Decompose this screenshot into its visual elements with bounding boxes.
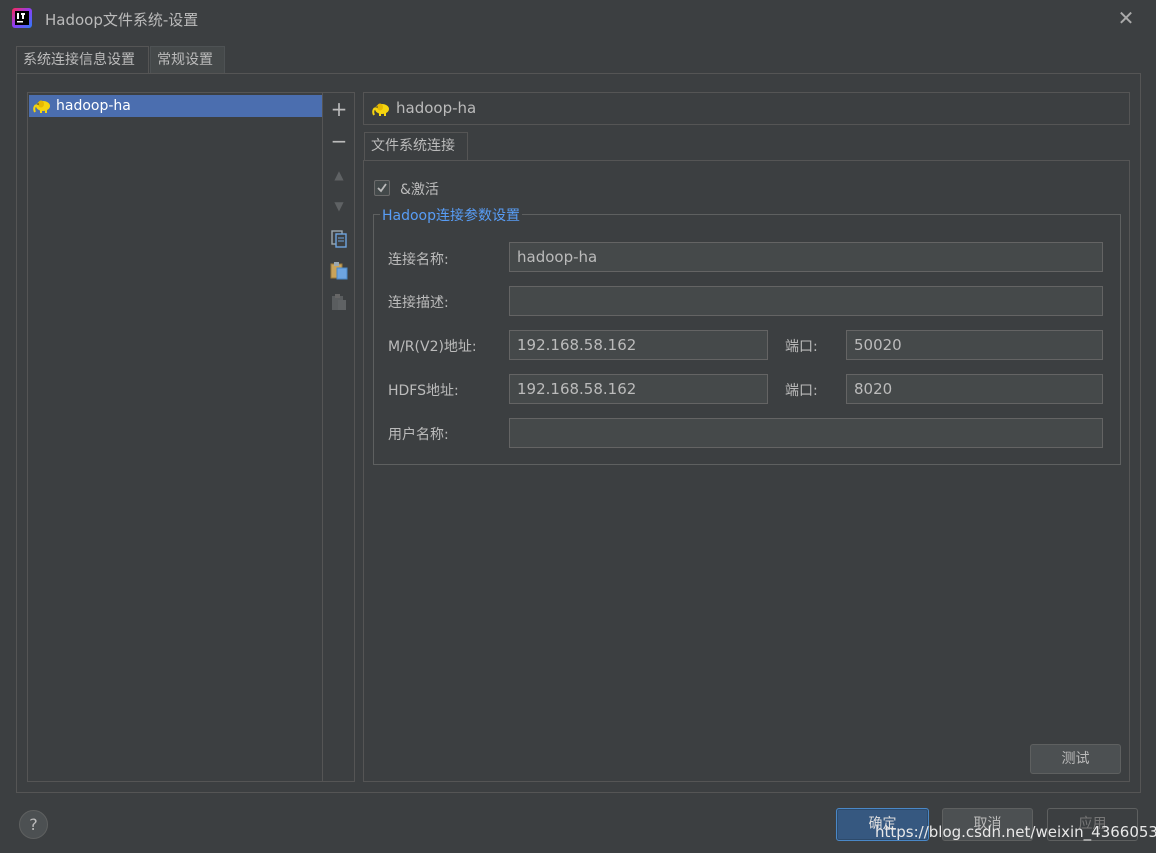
hadoop-elephant-icon xyxy=(33,100,50,113)
test-button[interactable]: 测试 xyxy=(1030,744,1121,774)
mr-address-input[interactable]: 192.168.58.162 xyxy=(509,330,768,360)
tab-connection-settings[interactable]: 系统连接信息设置 xyxy=(16,46,149,73)
group-title: Hadoop连接参数设置 xyxy=(380,205,523,225)
add-button[interactable]: + xyxy=(328,98,350,120)
list-toolbar: + − ▲ ▼ xyxy=(323,92,355,782)
paste-button[interactable] xyxy=(328,260,350,282)
title-bar: Hadoop文件系统-设置 ✕ xyxy=(0,0,1156,38)
hdfs-address-input[interactable]: 192.168.58.162 xyxy=(509,374,768,404)
username-input[interactable] xyxy=(509,418,1103,448)
connection-detail-panel: hadoop-ha 文件系统连接 &激活 Hadoop连接参数设置 连接名称: … xyxy=(363,92,1130,782)
arrow-down-icon: ▼ xyxy=(334,199,344,213)
mr-port-label: 端口: xyxy=(785,339,818,355)
mr-address-label: M/R(V2)地址: xyxy=(388,339,477,355)
tab-filesystem-connection[interactable]: 文件系统连接 xyxy=(364,132,468,160)
arrow-up-icon: ▲ xyxy=(334,168,344,182)
list-item[interactable]: hadoop-ha xyxy=(29,95,322,117)
hdfs-port-input[interactable]: 8020 xyxy=(846,374,1103,404)
activate-checkbox[interactable] xyxy=(374,180,390,196)
watermark-text: https://blog.csdn.net/weixin_43660536 xyxy=(875,823,1156,841)
mr-port-input[interactable]: 50020 xyxy=(846,330,1103,360)
plus-icon: + xyxy=(330,97,348,121)
remove-button[interactable]: − xyxy=(328,130,350,152)
minus-icon: − xyxy=(330,129,348,153)
filesystem-connection-panel: &激活 Hadoop连接参数设置 连接名称: hadoop-ha 连接描述: M… xyxy=(363,160,1130,782)
move-down-button[interactable]: ▼ xyxy=(328,195,350,217)
checkmark-icon xyxy=(377,183,387,193)
connection-name-input[interactable]: hadoop-ha xyxy=(509,242,1103,272)
copy-icon xyxy=(331,230,347,248)
hdfs-port-label: 端口: xyxy=(785,383,818,399)
question-icon: ? xyxy=(29,815,38,834)
hadoop-params-group: Hadoop连接参数设置 连接名称: hadoop-ha 连接描述: M/R(V… xyxy=(373,205,1121,465)
username-label: 用户名称: xyxy=(388,427,449,443)
detail-header: hadoop-ha xyxy=(363,92,1130,125)
connection-list[interactable]: hadoop-ha xyxy=(27,92,323,782)
detail-title: hadoop-ha xyxy=(396,99,477,117)
paste-icon xyxy=(330,262,348,280)
activate-label: &激活 xyxy=(400,182,439,198)
close-button[interactable]: ✕ xyxy=(1112,5,1140,31)
delete-copy-button[interactable] xyxy=(328,292,350,314)
move-up-button[interactable]: ▲ xyxy=(328,164,350,186)
connection-desc-input[interactable] xyxy=(509,286,1103,316)
help-button[interactable]: ? xyxy=(19,810,48,839)
hadoop-elephant-icon xyxy=(372,103,389,116)
tab-general-settings[interactable]: 常规设置 xyxy=(150,46,225,73)
copy-button[interactable] xyxy=(328,229,350,251)
clipboard-disabled-icon xyxy=(332,294,346,310)
connection-desc-label: 连接描述: xyxy=(388,295,449,311)
hdfs-address-label: HDFS地址: xyxy=(388,383,459,399)
close-icon: ✕ xyxy=(1117,6,1135,30)
window-title: Hadoop文件系统-设置 xyxy=(45,11,199,29)
list-item-label: hadoop-ha xyxy=(56,98,131,114)
connection-name-label: 连接名称: xyxy=(388,252,449,268)
intellij-app-icon xyxy=(12,8,32,28)
